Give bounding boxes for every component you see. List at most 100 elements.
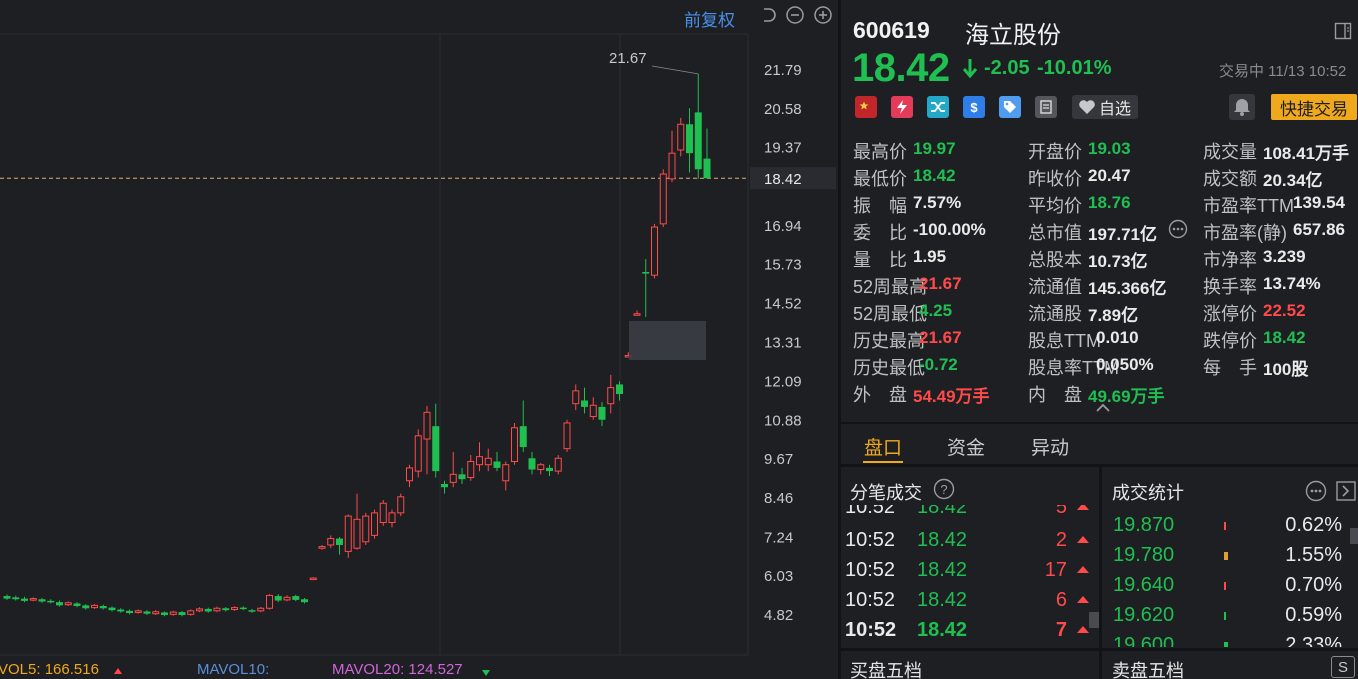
kline-chart[interactable]: 18.42 21.79 20.58 19.37 16.94 15.73 14.52 13.31…	[0, 0, 838, 660]
tick-time: 10:52	[845, 619, 897, 641]
candle-body	[64, 602, 72, 606]
stat-bar	[1224, 522, 1226, 530]
tag-icon[interactable]	[999, 96, 1021, 118]
limit-down-icon[interactable]	[891, 96, 913, 118]
y-tick-label: 4.82	[764, 607, 793, 624]
tab-funds[interactable]: 资金	[947, 433, 985, 460]
list-item: 19.780 1.55%	[1102, 538, 1358, 568]
candle-body	[266, 594, 273, 609]
candle	[327, 535, 335, 549]
y-tick-label: 16.94	[764, 218, 802, 235]
candle	[694, 73, 702, 179]
candle	[493, 451, 501, 472]
candle	[38, 597, 46, 603]
quote-label: 52周最高	[853, 277, 928, 297]
candle	[91, 604, 98, 609]
candle	[117, 608, 125, 613]
candle-body	[554, 457, 562, 472]
table-row: 10:52 18.42 6	[841, 585, 1099, 615]
candle	[99, 604, 107, 610]
zoom-out-icon[interactable]	[785, 5, 805, 25]
candle	[64, 601, 72, 607]
candle	[257, 606, 265, 613]
candle-body	[642, 272, 650, 274]
candle-body	[458, 474, 466, 480]
candle-body	[397, 496, 405, 514]
sell-five-title[interactable]: 卖盘五档	[1112, 657, 1184, 679]
tab-handicap[interactable]: 盘口	[864, 433, 902, 460]
quote-value: 145.366亿	[1088, 279, 1167, 298]
note-icon[interactable]	[1035, 96, 1057, 118]
quote-value: 22.52	[1263, 301, 1306, 320]
ticks-list[interactable]: 10:52 18.42 5 10:52 18.42 2 10:52 18.42 …	[841, 505, 1099, 647]
candle-body	[239, 607, 247, 610]
ticks-scrollbar[interactable]	[1089, 612, 1099, 628]
candle-body	[344, 515, 352, 552]
kline-chart-area[interactable]: 18.42 21.79 20.58 19.37 16.94 15.73 14.52 13.31…	[0, 0, 838, 679]
list-item: 19.600 2.33%	[1102, 628, 1358, 647]
candle	[239, 606, 247, 611]
candle-body	[493, 461, 501, 468]
quick-trade-button[interactable]: 快捷交易	[1271, 94, 1357, 120]
candle-body	[213, 607, 221, 612]
candle-body	[484, 457, 492, 466]
zoom-in-icon[interactable]	[813, 5, 833, 25]
candle	[449, 451, 457, 488]
tick-price: 18.42	[917, 589, 968, 611]
candle	[161, 611, 168, 617]
help-icon[interactable]: ?	[933, 478, 955, 500]
tick-volume: 5	[1055, 505, 1067, 518]
stat-price: 19.870	[1113, 514, 1175, 536]
stat-bar	[1224, 642, 1228, 647]
chevron-up-icon[interactable]	[1095, 403, 1111, 413]
quote-label: 最高价	[853, 142, 907, 162]
candle-body	[204, 608, 212, 612]
s-icon[interactable]: S	[1331, 656, 1355, 678]
buy-arrow-icon	[1077, 505, 1089, 510]
candle	[414, 429, 422, 478]
stats-list[interactable]: 19.870 0.62% 19.780 1.55% 19.640 0.70% 1…	[1102, 508, 1358, 647]
undo-icon[interactable]	[758, 5, 778, 25]
candle	[572, 384, 580, 411]
candle-body	[143, 611, 151, 614]
dollar-icon[interactable]: $	[963, 96, 985, 118]
candle-body	[414, 435, 422, 472]
candle	[677, 117, 685, 157]
candle-body	[301, 599, 308, 603]
quote-label: 历史最低	[853, 358, 925, 378]
candle-body	[659, 173, 667, 225]
quote-label: 振 幅	[853, 196, 907, 216]
expand-icon[interactable]	[1335, 480, 1357, 502]
layout-toggle-icon[interactable]	[1334, 22, 1352, 40]
quote-value: 20.34亿	[1263, 171, 1323, 190]
candle-body	[169, 611, 177, 615]
stats-scrollbar[interactable]	[1350, 528, 1358, 544]
candle-body	[274, 596, 282, 601]
alert-bell-icon[interactable]	[1229, 94, 1255, 120]
stat-pct: 0.70%	[1285, 574, 1342, 596]
candle-body	[283, 596, 291, 601]
more-options-icon[interactable]	[1168, 219, 1188, 239]
y-tick-label: 14.52	[764, 295, 802, 312]
more-options-icon[interactable]	[1305, 480, 1327, 502]
candle	[476, 442, 483, 472]
stat-price: 19.640	[1113, 574, 1175, 596]
quote-value: 139.54	[1293, 193, 1345, 212]
tab-anomaly[interactable]: 异动	[1031, 433, 1069, 460]
add-watchlist-button[interactable]: 自选	[1072, 95, 1138, 119]
quote-label: 市盈率(静)	[1203, 223, 1287, 243]
quote-value: 0.010	[1096, 328, 1139, 347]
candle	[3, 594, 11, 600]
tick-price: 18.42	[917, 619, 968, 641]
candle-body	[546, 467, 553, 472]
stock-name: 海立股份	[965, 22, 1061, 49]
connect-icon[interactable]	[927, 96, 949, 118]
adjust-mode-button[interactable]: 前复权	[684, 6, 735, 31]
price-change-pct: -10.01%	[1037, 57, 1112, 79]
candle-body	[117, 609, 125, 612]
candle-body	[257, 607, 265, 612]
candle	[528, 451, 536, 475]
candle	[362, 512, 370, 545]
quote-label: 开盘价	[1028, 142, 1082, 162]
buy-five-title[interactable]: 买盘五档	[850, 657, 922, 679]
